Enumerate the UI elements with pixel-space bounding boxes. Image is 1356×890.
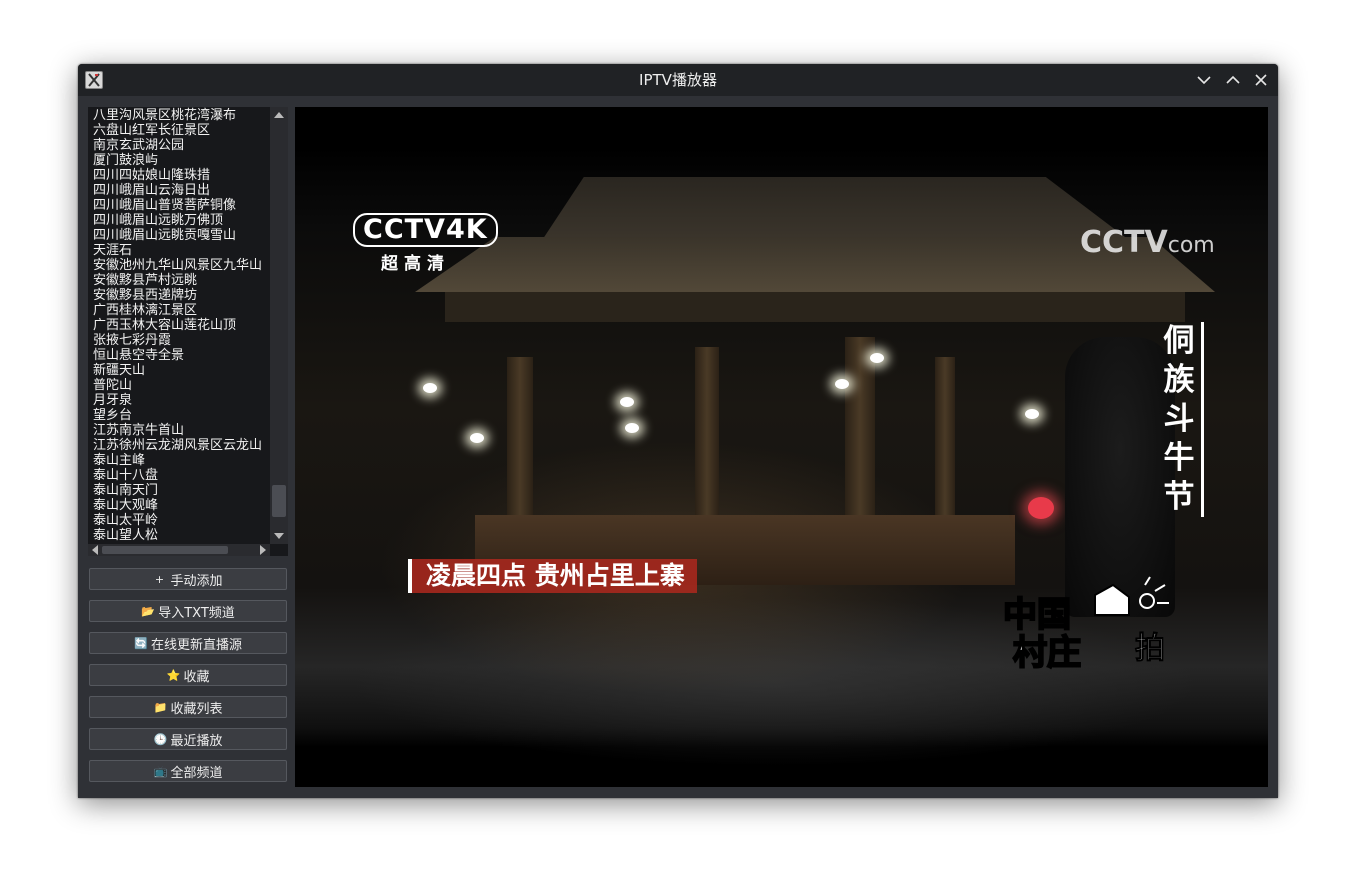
channel-list-item[interactable]: 四川峨眉山云海日出 (93, 183, 210, 198)
channel-list-item[interactable]: 张掖七彩丹霞 (93, 333, 171, 348)
channel-list-item[interactable]: 广西桂林漓江景区 (93, 303, 197, 318)
minimize-button[interactable] (1194, 70, 1214, 90)
cctv4k-logo: CCTV4K 超高清 (353, 213, 498, 274)
channel-list-item[interactable]: 月牙泉 (93, 393, 132, 408)
horizontal-scrollbar[interactable] (88, 544, 270, 556)
lamp (470, 433, 484, 443)
channel-list-item[interactable]: 六盘山红军长征景区 (93, 123, 210, 138)
channel-list-item[interactable]: 望乡台 (93, 408, 132, 423)
action-button-label: 收藏 (183, 669, 210, 685)
channel-list-item[interactable]: 恒山悬空寺全景 (93, 348, 184, 363)
app-icon (85, 71, 103, 89)
scroll-up-icon[interactable] (274, 112, 284, 118)
action-button-label: 导入TXT频道 (158, 605, 235, 621)
pavilion-roof (544, 177, 1125, 237)
watermark-suffix: com (1167, 233, 1215, 258)
action-button[interactable]: 🕒 最近播放 (89, 728, 287, 750)
action-button[interactable]: 🔄 在线更新直播源 (89, 632, 287, 654)
hscroll-thumb[interactable] (102, 546, 228, 554)
channel-list-item[interactable]: 四川峨眉山远眺贡嘎雪山 (93, 228, 236, 243)
chevron-down-icon (1197, 76, 1211, 85)
channel-list-item[interactable]: 安徽黟县芦村远眺 (93, 273, 197, 288)
watermark-main: CCTV (1080, 225, 1168, 260)
channel-list-item[interactable]: 安徽池州九华山风景区九华山 (93, 258, 262, 273)
app-window: IPTV播放器 八里沟风景区桃花湾瀑布 六盘山红军长征景区 南京玄武湖公园 厦门鼓浪屿… (78, 64, 1278, 798)
channel-list-item[interactable]: 泰山太平岭 (93, 513, 158, 528)
tv-icon: 📺 (153, 764, 168, 778)
pillar (845, 337, 875, 527)
clock-icon: 🕒 (153, 732, 168, 746)
folder-icon: 📂 (141, 604, 155, 618)
lamp (1025, 409, 1039, 419)
channel-list-item[interactable]: 四川峨眉山普贤菩萨铜像 (93, 198, 236, 213)
channel-list[interactable]: 八里沟风景区桃花湾瀑布 六盘山红军长征景区 南京玄武湖公园 厦门鼓浪屿 四川四姑娘山隆珠… (88, 107, 288, 556)
scroll-left-icon[interactable] (92, 545, 98, 555)
pillar (935, 357, 955, 517)
close-button[interactable] (1251, 70, 1271, 90)
lamp (625, 423, 639, 433)
cctv4k-subtitle: 超高清 (381, 254, 450, 274)
program-logo-line2: 村庄 (1012, 632, 1082, 674)
channel-list-item[interactable]: 普陀山 (93, 378, 132, 393)
channel-list-item[interactable]: 广西玉林大容山莲花山顶 (93, 318, 236, 333)
channel-list-item[interactable]: 泰山十八盘 (93, 468, 158, 483)
channel-list-item[interactable]: 泰山主峰 (93, 453, 145, 468)
scroll-down-icon[interactable] (274, 533, 284, 539)
scroll-thumb[interactable] (272, 485, 286, 517)
channel-list-item[interactable]: 厦门鼓浪屿 (93, 153, 158, 168)
action-button[interactable]: + 手动添加 (89, 568, 287, 590)
action-button[interactable]: ⭐ 收藏 (89, 664, 287, 686)
action-button-label: 在线更新直播源 (150, 637, 242, 653)
channel-list-item[interactable]: 泰山南天门 (93, 483, 158, 498)
channel-list-item[interactable]: 四川峨眉山远眺万佛顶 (93, 213, 223, 228)
vertical-scrollbar[interactable] (270, 107, 288, 544)
main-content: 八里沟风景区桃花湾瀑布 六盘山红军长征景区 南京玄武湖公园 厦门鼓浪屿 四川四姑娘山隆珠… (78, 96, 1278, 798)
video-player[interactable]: CCTV4K 超高清 CCTVcom 侗族斗牛节 凌晨四点 贵州占里上寨 中国 … (295, 107, 1268, 787)
cctv4k-text: CCTV4K (353, 213, 498, 247)
channel-list-item[interactable]: 天涯石 (93, 243, 132, 258)
close-icon (1255, 74, 1267, 86)
folder-icon: 📁 (153, 700, 168, 714)
maximize-button[interactable] (1223, 70, 1243, 90)
program-vertical-title: 侗族斗牛节 (1161, 322, 1204, 517)
channel-list-item[interactable]: 江苏南京牛首山 (93, 423, 184, 438)
channel-list-item[interactable]: 南京玄武湖公园 (93, 138, 184, 153)
channel-list-item[interactable]: 江苏徐州云龙湖风景区云龙山 (93, 438, 262, 453)
plus-icon: + (154, 572, 165, 586)
program-logo-line3: 拍 (1135, 631, 1166, 667)
program-logo: 中国 村庄 拍 (995, 575, 1195, 675)
lamp (870, 353, 884, 363)
action-button-label: 全部频道 (170, 765, 223, 781)
action-button[interactable]: 📺 全部频道 (89, 760, 287, 782)
action-button-label: 收藏列表 (170, 701, 223, 717)
channel-list-item[interactable]: 新疆天山 (93, 363, 145, 378)
video-frame (295, 107, 1268, 787)
channel-list-item[interactable]: 四川四姑娘山隆珠措 (93, 168, 210, 183)
pavilion-beam (445, 292, 1185, 322)
lamp (423, 383, 437, 393)
pillar (695, 347, 719, 517)
lamp (835, 379, 849, 389)
star-icon: ⭐ (166, 668, 181, 682)
action-button-label: 手动添加 (170, 573, 223, 589)
title-bar[interactable]: IPTV播放器 (78, 64, 1278, 96)
video-caption: 凌晨四点 贵州占里上寨 (408, 559, 697, 593)
cctv-com-watermark: CCTVcom (1080, 225, 1215, 260)
window-title: IPTV播放器 (639, 71, 717, 89)
action-button-label: 最近播放 (170, 733, 223, 749)
refresh-icon: 🔄 (133, 636, 148, 650)
pillar (507, 357, 533, 527)
channel-list-item[interactable]: 泰山大观峰 (93, 498, 158, 513)
lamp (620, 397, 634, 407)
channel-list-item[interactable]: 安徽黟县西递牌坊 (93, 288, 197, 303)
channel-list-item[interactable]: 泰山望人松 (93, 528, 158, 543)
scroll-right-icon[interactable] (260, 545, 266, 555)
chevron-up-icon (1226, 75, 1240, 84)
action-button[interactable]: 📁 收藏列表 (89, 696, 287, 718)
channel-list-item[interactable]: 八里沟风景区桃花湾瀑布 (93, 108, 236, 123)
action-button[interactable]: 📂 导入TXT频道 (89, 600, 287, 622)
channel-list-items: 八里沟风景区桃花湾瀑布 六盘山红军长征景区 南京玄武湖公园 厦门鼓浪屿 四川四姑娘山隆珠… (88, 107, 270, 544)
tail-light (1028, 497, 1054, 519)
